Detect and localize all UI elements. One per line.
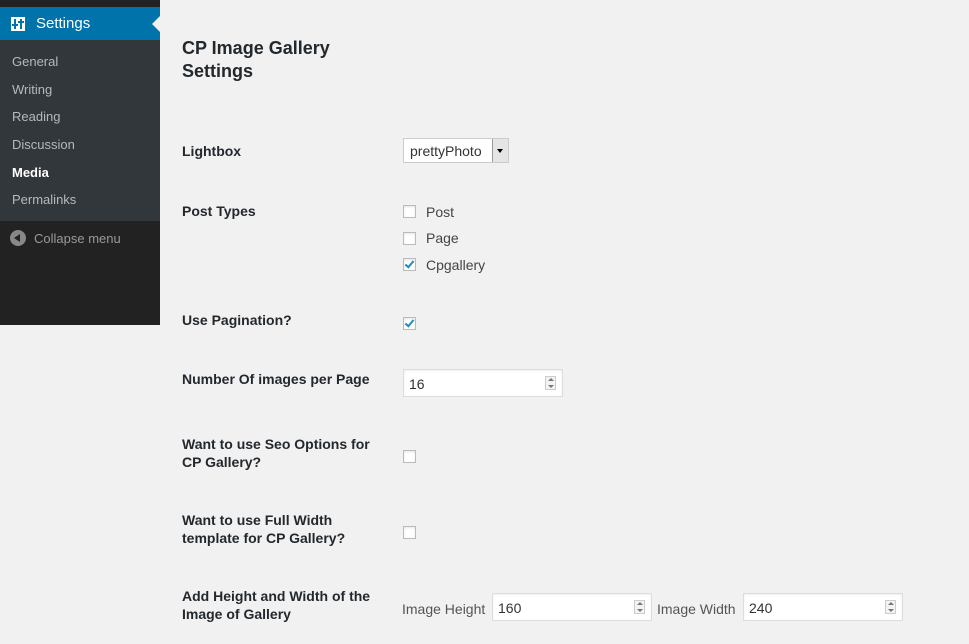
sidebar-item-reading[interactable]: Reading [12,109,60,124]
lightbox-label: Lightbox [182,143,242,159]
image-height-input[interactable]: 160 [492,593,652,621]
pagination-label: Use Pagination? [182,312,292,328]
post-types-label: Post Types [182,203,256,219]
seo-options-checkbox[interactable] [403,450,416,463]
seo-options-label: Want to use Seo Options for CP Gallery? [182,436,370,470]
pagination-checkbox[interactable] [403,317,416,330]
sidebar-item-writing[interactable]: Writing [12,82,52,97]
sidebar-item-label: Settings [36,15,91,32]
sidebar-item-permalinks[interactable]: Permalinks [12,192,76,207]
image-height-value: 160 [498,600,522,616]
settings-form: CP Image Gallery Settings Lightbox prett… [182,0,969,644]
collapse-arrow-icon [10,230,26,246]
images-per-page-value: 16 [409,376,425,392]
sidebar-item-settings[interactable]: Settings [0,7,160,40]
full-width-label: Want to use Full Width template for CP G… [182,512,346,546]
images-per-page-label: Number Of images per Page [182,371,370,387]
post-type-post-label[interactable]: Post [426,204,454,220]
sidebar-item-discussion[interactable]: Discussion [12,137,75,152]
post-type-cpgallery-label[interactable]: Cpgallery [426,257,485,273]
image-height-label: Image Height [402,601,486,617]
settings-sliders-icon [11,16,25,31]
post-type-page-label[interactable]: Page [426,230,459,246]
dimensions-label: Add Height and Width of the Image of Gal… [182,588,371,622]
image-width-input[interactable]: 240 [743,593,903,621]
dropdown-arrow-icon[interactable] [492,139,508,162]
lightbox-select[interactable]: prettyPhoto [403,138,509,163]
post-type-cpgallery-checkbox[interactable] [403,258,416,271]
post-type-post-checkbox[interactable] [403,205,416,218]
sidebar-item-media[interactable]: Media [12,165,49,180]
admin-sidebar: Settings General Writing Reading Discuss… [0,0,160,325]
active-caret [152,16,160,32]
lightbox-selected-value: prettyPhoto [410,143,482,159]
page-title: CP Image Gallery Settings [182,38,330,81]
settings-submenu: General Writing Reading Discussion Media… [0,40,160,221]
full-width-checkbox[interactable] [403,526,416,539]
image-width-label: Image Width [657,601,736,617]
spinner-icon[interactable] [634,600,645,614]
sidebar-item-general[interactable]: General [12,54,58,69]
post-type-page-checkbox[interactable] [403,232,416,245]
collapse-menu-label: Collapse menu [34,230,121,246]
images-per-page-input[interactable]: 16 [403,369,563,397]
spinner-icon[interactable] [545,376,556,390]
collapse-menu-button[interactable]: Collapse menu [0,221,160,255]
spinner-icon[interactable] [885,600,896,614]
image-width-value: 240 [749,600,773,616]
